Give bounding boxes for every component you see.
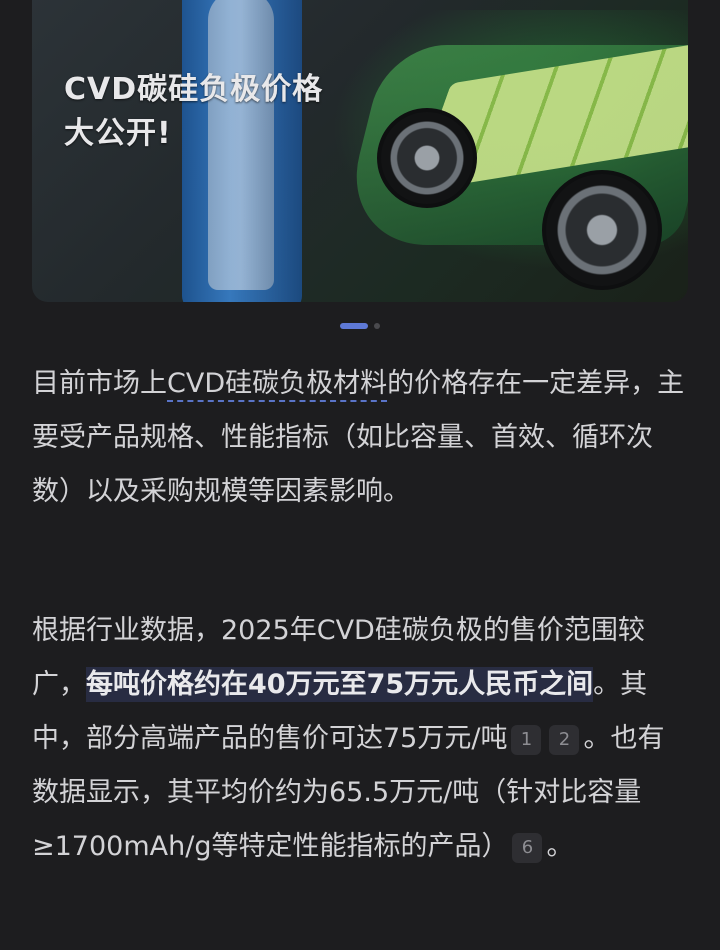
carousel-dot-active[interactable] — [340, 323, 368, 329]
hero-title-line1: CVD碳硅负极价格 — [64, 72, 324, 107]
price-highlight: 每吨价格约在40万元至75万元人民币之间 — [86, 667, 594, 702]
paragraph-price: 根据行业数据，2025年CVD硅碳负极的售价范围较广，每吨价格约在40万元至75… — [32, 604, 688, 874]
p2-part4: 。 — [546, 831, 574, 862]
carousel-indicator — [0, 321, 720, 331]
car-wheel-rear — [542, 170, 662, 290]
hero-image[interactable]: CVD碳硅负极价格 大公开! — [32, 0, 688, 302]
carousel-dot[interactable] — [374, 323, 380, 329]
citation-badge[interactable]: 1 — [511, 724, 542, 755]
citation-badge[interactable]: 6 — [512, 832, 543, 863]
p1-prefix: 目前市场上 — [32, 368, 167, 399]
paragraph-market: 目前市场上CVD硅碳负极材料的价格存在一定差异，主要受产品规格、性能指标（如比容… — [32, 357, 688, 519]
car-wheel-front — [377, 108, 477, 208]
hero-title: CVD碳硅负极价格 大公开! — [64, 68, 323, 156]
term-link[interactable]: CVD硅碳负极材料 — [167, 368, 388, 402]
hero-title-line2: 大公开! — [64, 116, 172, 151]
citation-badge[interactable]: 2 — [549, 724, 580, 755]
